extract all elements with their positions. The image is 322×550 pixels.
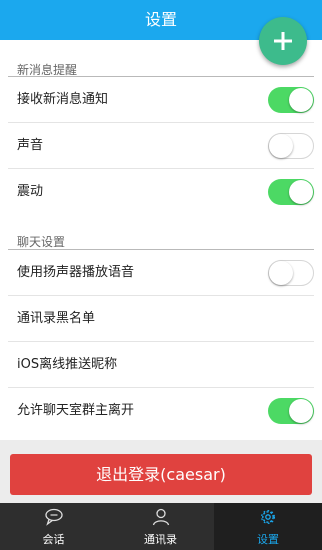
add-button[interactable]: [259, 17, 307, 65]
row-label: 通讯录黑名单: [17, 311, 96, 326]
row-sound[interactable]: 声音: [8, 123, 314, 169]
sound-toggle[interactable]: [268, 133, 314, 159]
toggle-knob: [289, 180, 313, 204]
row-allow-owner-leave[interactable]: 允许聊天室群主离开: [8, 388, 314, 434]
toggle-knob: [289, 399, 313, 423]
row-label: 震动: [17, 184, 44, 199]
row-receive-notifications[interactable]: 接收新消息通知: [8, 77, 314, 123]
section-title-chat: 聊天设置: [17, 235, 66, 249]
row-ios-push-nickname[interactable]: iOS离线推送昵称: [8, 342, 314, 388]
tab-label: 设置: [257, 533, 279, 546]
toggle-knob: [289, 88, 313, 112]
gear-icon: [260, 509, 276, 525]
row-label: 允许聊天室群主离开: [17, 403, 135, 418]
plus-icon: [274, 32, 292, 50]
page-title: 设置: [144, 10, 177, 29]
bottom-tab-bar: 会话 通讯录 设置: [0, 503, 322, 550]
row-label: 接收新消息通知: [17, 92, 109, 107]
row-vibrate[interactable]: 震动: [8, 169, 314, 215]
tab-label: 通讯录: [144, 533, 177, 546]
toggle-knob: [269, 134, 293, 158]
tab-settings[interactable]: 设置: [214, 503, 322, 550]
settings-panel: 新消息提醒 接收新消息通知 声音 震动 聊天设置 使用扬声器播放语音 通讯录黑名…: [0, 40, 322, 440]
row-speaker-playback[interactable]: 使用扬声器播放语音: [8, 250, 314, 296]
receive-notifications-toggle[interactable]: [268, 87, 314, 113]
toggle-knob: [269, 261, 293, 285]
allow-owner-leave-toggle[interactable]: [268, 398, 314, 424]
row-label: iOS离线推送昵称: [17, 357, 118, 372]
vibrate-toggle[interactable]: [268, 179, 314, 205]
row-contacts-blacklist[interactable]: 通讯录黑名单: [8, 296, 314, 342]
row-label: 使用扬声器播放语音: [17, 265, 135, 280]
tab-conversations[interactable]: 会话: [0, 503, 107, 550]
row-label: 声音: [17, 138, 44, 153]
speaker-playback-toggle[interactable]: [268, 260, 314, 286]
logout-button[interactable]: 退出登录(caesar): [10, 454, 312, 495]
tab-contacts[interactable]: 通讯录: [107, 503, 214, 550]
tab-label: 会话: [42, 533, 65, 546]
person-icon: [152, 508, 170, 526]
chat-bubble-icon: [45, 508, 63, 526]
